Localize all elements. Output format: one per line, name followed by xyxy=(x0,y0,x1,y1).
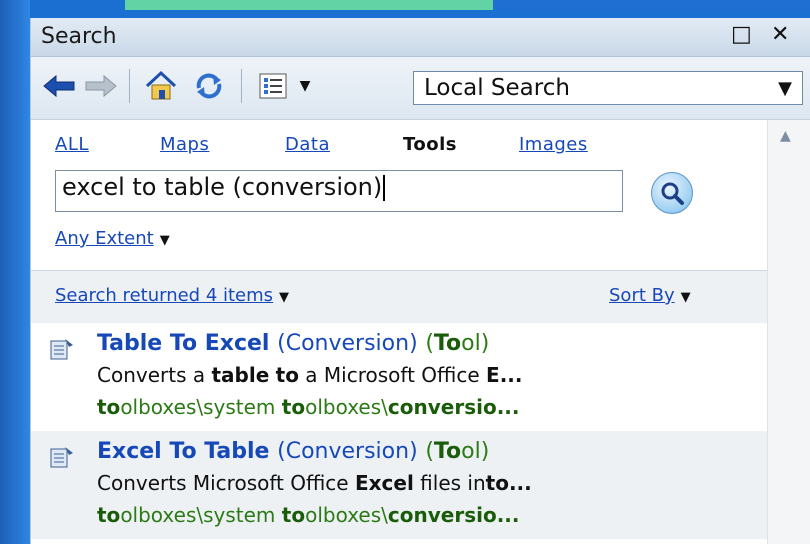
result-item[interactable]: Excel To Table (Conversion) (Tool) Conve… xyxy=(31,431,767,539)
tool-script-icon xyxy=(50,447,73,468)
result-item[interactable]: Table To Excel (Conversion) (Tool) Conve… xyxy=(31,323,767,431)
result-title[interactable]: Table To Excel (Conversion) (Tool) xyxy=(97,331,489,356)
result-description: Converts a table to a Microsoft Office E… xyxy=(97,363,523,387)
desktop-background-top xyxy=(493,0,810,10)
location-combobox[interactable]: Local Search ▼ xyxy=(413,71,803,105)
chevron-down-icon: ▼ xyxy=(680,290,691,305)
search-button[interactable] xyxy=(651,172,693,214)
results-count: Search returned 4 items xyxy=(55,285,274,306)
magnifier-icon xyxy=(661,182,684,205)
result-path: toolboxes\system toolboxes\conversio... xyxy=(97,395,520,419)
search-content: ALL Maps Data Tools Images excel to tabl… xyxy=(31,120,767,544)
sort-by-label: Sort By xyxy=(609,285,675,306)
search-input[interactable]: excel to table (conversion) xyxy=(55,170,623,212)
refresh-icon[interactable] xyxy=(189,67,229,105)
result-type: (Tool) xyxy=(425,331,490,356)
window-title: Search xyxy=(41,24,117,49)
result-name: Excel To Table xyxy=(97,439,270,464)
toolbar-separator xyxy=(241,69,242,103)
result-type: (Tool) xyxy=(425,439,490,464)
result-path: toolboxes\system toolboxes\conversio... xyxy=(97,503,520,527)
toolbar: ▼ Local Search ▼ xyxy=(31,57,810,120)
result-toolbox: (Conversion) xyxy=(277,439,418,464)
text-caret xyxy=(383,175,386,201)
maximize-icon[interactable]: □ xyxy=(731,22,752,47)
search-window: Search □ ✕ ▼ Local Search ▼ ALL Maps Dat… xyxy=(30,18,810,544)
results-summary-bar: Search returned 4 items ▼ Sort By ▼ xyxy=(31,271,767,323)
result-toolbox: (Conversion) xyxy=(277,331,418,356)
chevron-down-icon: ▼ xyxy=(159,233,170,248)
background-window-strip xyxy=(125,0,493,10)
result-name: Table To Excel xyxy=(97,331,270,356)
tab-data[interactable]: Data xyxy=(285,134,330,155)
chevron-down-icon: ▼ xyxy=(279,290,290,305)
close-icon[interactable]: ✕ xyxy=(771,22,789,47)
search-query: excel to table (conversion) xyxy=(62,173,383,201)
tab-images[interactable]: Images xyxy=(519,134,588,155)
results-count-dropdown[interactable]: Search returned 4 items ▼ xyxy=(55,285,289,306)
tab-all[interactable]: ALL xyxy=(55,134,89,155)
result-description: Converts Microsoft Office Excel files in… xyxy=(97,471,532,495)
tab-maps[interactable]: Maps xyxy=(160,134,209,155)
extent-dropdown[interactable]: Any Extent ▼ xyxy=(55,228,170,249)
forward-arrow-icon[interactable] xyxy=(83,67,119,105)
toolbar-separator xyxy=(129,69,130,103)
title-bar: Search □ ✕ xyxy=(31,18,810,57)
back-arrow-icon[interactable] xyxy=(41,67,77,105)
tool-script-icon xyxy=(50,339,73,360)
home-icon[interactable] xyxy=(141,67,181,105)
list-view-icon[interactable] xyxy=(253,67,293,105)
sort-by-dropdown[interactable]: Sort By ▼ xyxy=(609,285,691,306)
location-value: Local Search xyxy=(424,75,570,101)
desktop-background-left xyxy=(0,0,30,544)
scroll-up-icon[interactable]: ▲ xyxy=(780,128,791,144)
chevron-down-icon[interactable]: ▼ xyxy=(768,78,802,99)
extent-label: Any Extent xyxy=(55,228,154,249)
result-title[interactable]: Excel To Table (Conversion) (Tool) xyxy=(97,439,489,464)
tab-tools[interactable]: Tools xyxy=(403,134,457,155)
view-dropdown-icon[interactable]: ▼ xyxy=(293,67,317,105)
vertical-scrollbar[interactable]: ▲ xyxy=(767,120,810,544)
